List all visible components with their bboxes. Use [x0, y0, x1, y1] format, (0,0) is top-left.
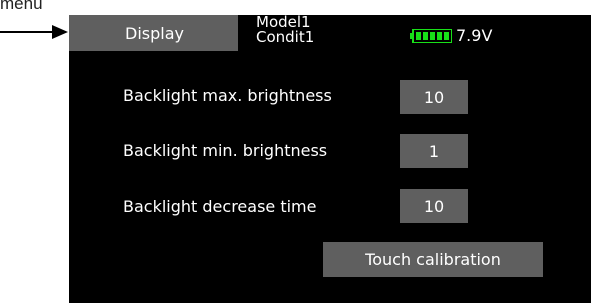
display-menu-tab[interactable]: Display: [69, 15, 238, 51]
battery-icon: [410, 28, 452, 43]
backlight-min-brightness-value[interactable]: 1: [400, 134, 468, 168]
arrow-right-icon: [0, 25, 68, 39]
menu-annotation-label: menu: [0, 0, 43, 13]
display-screen: Display Model1 Condit1 7.9V Backlight ma…: [69, 15, 591, 303]
menu-tab-label: Display: [125, 23, 184, 43]
backlight-max-brightness-value[interactable]: 10: [400, 80, 468, 114]
touch-calibration-button[interactable]: Touch calibration: [323, 242, 543, 277]
header-bar: Display Model1 Condit1 7.9V: [69, 15, 591, 51]
model-info: Model1 Condit1: [256, 15, 314, 45]
battery-voltage: 7.9V: [456, 26, 493, 45]
backlight-max-brightness-label: Backlight max. brightness: [123, 86, 332, 105]
backlight-decrease-time-value[interactable]: 10: [400, 189, 468, 223]
backlight-min-brightness-label: Backlight min. brightness: [123, 141, 328, 160]
condition-name: Condit1: [256, 28, 315, 46]
backlight-decrease-time-label: Backlight decrease time: [123, 197, 317, 216]
battery-status: 7.9V: [410, 26, 492, 45]
